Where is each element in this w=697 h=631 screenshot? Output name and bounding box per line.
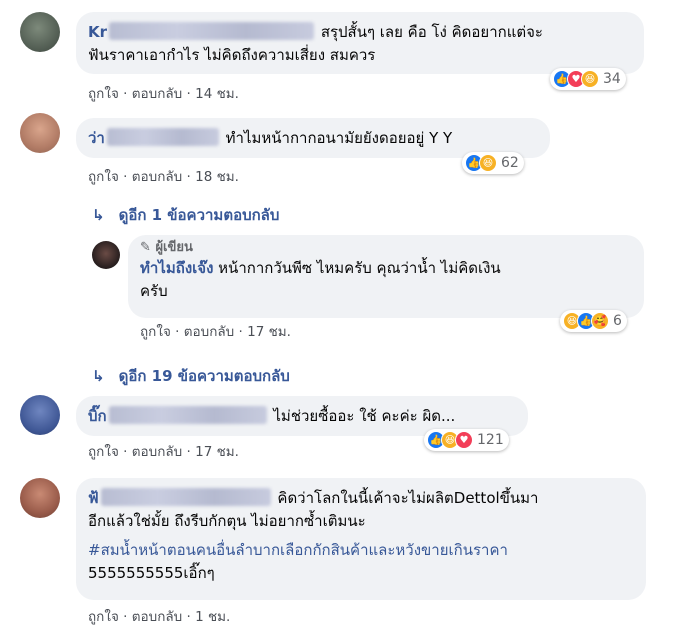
avatar[interactable] [92,241,120,269]
avatar[interactable] [20,478,60,518]
comment-actions: ถูกใจ · ตอบกลับ · 1 ชม. [88,609,231,625]
like-button[interactable]: ถูกใจ [140,324,171,340]
like-button[interactable]: ถูกใจ [88,609,119,625]
reaction-count: 34 [603,71,621,87]
reply-button[interactable]: ตอบกลับ [132,609,182,625]
blurred-name [106,128,219,146]
reply-bubble: ✎ ผู้เขียน ทำไมถึงเจ๊ง หน้ากากวันพีซ ไหม… [128,235,644,318]
love-icon: ♥ [455,431,473,449]
reaction-count: 6 [613,313,622,329]
comment-actions: ถูกใจ · ตอบกลับ · 17 ชม. [88,444,239,460]
timestamp[interactable]: 17 ชม. [247,324,291,340]
comment-text: หน้ากากวันพีซ ไหมครับ คุณว่าน้ำ ไม่คิดเง… [218,259,501,277]
blurred-name [100,488,271,506]
reply-arrow-icon: ↳ [92,206,105,224]
reaction-count: 121 [477,432,504,448]
comment-text: ฟันราคาเอากำไร ไม่คิดถึงความเสี่ยง สมควร [88,46,376,64]
view-more-replies[interactable]: ↳ ดูอีก 1 ข้อความตอบกลับ [92,203,279,227]
comment-actions: ถูกใจ · ตอบกลับ · 18 ชม. [88,169,239,185]
comment-text: 5555555555เอิ๊กๆ [88,564,215,582]
reactions-summary[interactable]: 👍 ♥ 😆 34 [550,68,626,90]
pencil-icon: ✎ [140,240,151,255]
haha-icon: 😆 [479,154,497,172]
reply-button[interactable]: ตอบกลับ [132,169,182,185]
reply-button[interactable]: ตอบกลับ [132,444,182,460]
comment-author-name[interactable]: ทำไมถึงเจ๊ง [140,259,213,277]
comment-text: คิดว่าโลกในนี้เค้าจะไม่ผลิตDettolขึ้นมา [277,489,539,507]
comment-bubble: ฟ้ คิดว่าโลกในนี้เค้าจะไม่ผลิตDettolขึ้น… [76,478,646,600]
view-more-replies[interactable]: ↳ ดูอีก 19 ข้อความตอบกลับ [92,364,290,388]
comment-author-name[interactable]: Kr [88,23,107,41]
comment-text: อีกแล้วใช่มั้ย ถึงรีบกักตุน ไม่อยากซ้ำเต… [88,512,366,530]
comment-text: ทำไมหน้ากากอนามัยยังดอยอยู่ Y Y [225,129,453,147]
comment-actions: ถูกใจ · ตอบกลับ · 17 ชม. [140,324,291,340]
avatar[interactable] [20,395,60,435]
reply-arrow-icon: ↳ [92,367,105,385]
blurred-name [109,22,315,40]
reactions-summary[interactable]: 👍 😆 ♥ 121 [424,429,509,451]
comment-author-name[interactable]: ว่า [88,129,105,147]
reaction-count: 62 [501,155,519,171]
comment-actions: ถูกใจ · ตอบกลับ · 14 ชม. [88,86,239,102]
timestamp[interactable]: 18 ชม. [195,169,239,185]
blurred-name [108,406,267,424]
care-icon: 🥰 [591,312,609,330]
comment-author-name[interactable]: บิ๊ก [88,407,107,425]
like-button[interactable]: ถูกใจ [88,86,119,102]
like-button[interactable]: ถูกใจ [88,169,119,185]
hashtag-link[interactable]: #สมน้ำหน้าตอนคนอื่นลำบากเลือกกักสินค้าแล… [88,539,634,562]
timestamp[interactable]: 1 ชม. [195,609,230,625]
avatar[interactable] [20,113,60,153]
author-badge: ผู้เขียน [155,240,193,255]
comment-text: ไม่ช่วยซื้ออะ ใช้ คะค่ะ ผิด... [273,407,456,425]
comment-text: ครับ [140,282,168,300]
timestamp[interactable]: 14 ชม. [195,86,239,102]
comment-author-name[interactable]: ฟ้ [88,489,99,507]
haha-icon: 😆 [581,70,599,88]
comment-bubble: Kr สรุปสั้นๆ เลย คือ โง่ คิดอยากแต่จะ ฟั… [76,12,644,74]
reactions-summary[interactable]: 😆 👍 🥰 6 [560,310,627,332]
comment-text: สรุปสั้นๆ เลย คือ โง่ คิดอยากแต่จะ [320,23,543,41]
reactions-summary[interactable]: 👍 😆 62 [462,152,524,174]
avatar[interactable] [20,12,60,52]
like-button[interactable]: ถูกใจ [88,444,119,460]
timestamp[interactable]: 17 ชม. [195,444,239,460]
reply-button[interactable]: ตอบกลับ [132,86,182,102]
reply-button[interactable]: ตอบกลับ [184,324,234,340]
